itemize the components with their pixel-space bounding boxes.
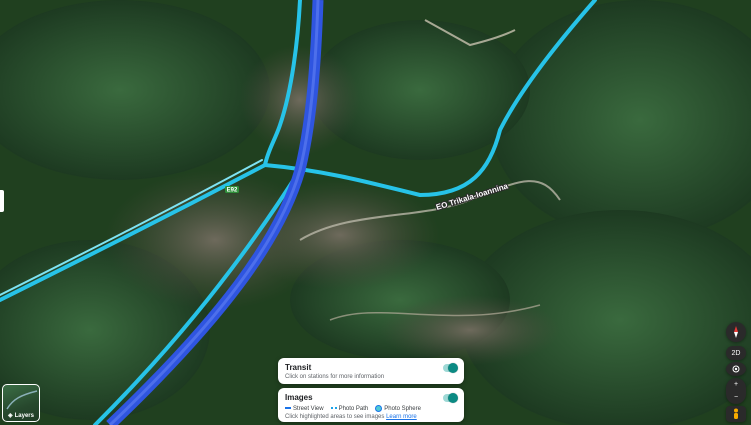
transit-title: Transit [285,363,312,372]
learn-more-link[interactable]: Learn more [386,414,417,420]
transit-subtitle: Click on stations for more information [285,374,385,380]
photo-sphere-swatch [375,405,383,412]
zoom-in-button[interactable]: + [734,381,738,388]
view-mode-button[interactable]: 2D [726,346,746,360]
pegman-icon[interactable] [726,406,746,422]
zoom-controls: + − [726,378,746,404]
compass-needle [734,326,738,338]
location-target [732,365,740,373]
street-view-swatch [285,406,291,409]
svg-text:E92: E92 [227,188,238,194]
zoom-out-button[interactable]: − [734,394,738,401]
images-title: Images [285,393,313,402]
legend-photo-sphere: Photo Sphere [375,405,421,412]
transit-panel: Transit Click on stations for more infor… [278,358,464,384]
photo-path-swatch [330,406,337,409]
layers-thumbnail [6,390,38,410]
layers-button[interactable]: ◈ Layers [2,384,40,422]
road-shield-e92: E92 [225,186,239,194]
images-toggle[interactable] [443,393,458,403]
legend-photo-path: Photo Path [330,406,368,412]
layers-icon: ◈ [8,413,13,419]
transit-toggle[interactable] [443,363,458,373]
images-hint: Click highlighted areas to see images Le… [285,414,417,421]
pegman-figure [734,408,738,419]
side-panel-handle[interactable] [0,190,4,212]
toggle-knob [448,363,458,373]
layers-label: ◈ Layers [8,413,34,419]
toggle-knob [448,393,458,403]
compass-icon[interactable] [726,322,746,342]
images-legend: Street View Photo Path Photo Sphere [285,405,457,412]
legend-street-view: Street View [285,406,324,412]
images-panel: Images Street View Photo Path Photo Sphe… [278,388,464,422]
my-location-icon[interactable] [726,362,746,376]
